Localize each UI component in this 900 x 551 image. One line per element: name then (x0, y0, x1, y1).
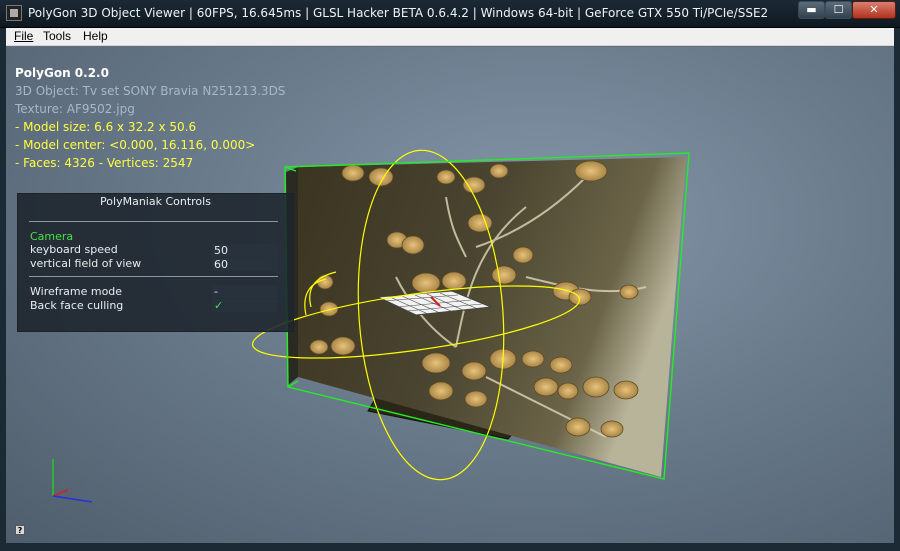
window-title: PolyGon 3D Object Viewer | 60FPS, 16.645… (28, 6, 769, 20)
3d-viewport[interactable]: PolyGon 0.2.0 3D Object: Tv set SONY Bra… (6, 47, 894, 543)
texture-label: Texture: AF9502.jpg (15, 102, 135, 116)
title-bar[interactable]: PolyGon 3D Object Viewer | 60FPS, 16.645… (0, 0, 900, 28)
axis-z (52, 495, 93, 503)
maximize-button[interactable]: ☐ (825, 1, 852, 19)
polymaniak-controls-panel: PolyManiak Controls Camera keyboard spee… (17, 193, 294, 332)
window-border-bottom (0, 543, 900, 551)
model-size-label: - Model size: 6.6 x 32.2 x 50.6 (15, 120, 197, 134)
panel-title: PolyManiak Controls (100, 195, 211, 208)
keyboard-speed-label: keyboard speed (30, 243, 118, 256)
window-border-right (894, 28, 900, 548)
menu-bar: File Tools Help (6, 28, 894, 46)
camera-section-heading: Camera (30, 230, 74, 243)
fov-label: vertical field of view (30, 257, 142, 270)
wireframe-mode-toggle[interactable]: - (212, 285, 278, 298)
wireframe-mode-label: Wireframe mode (30, 285, 123, 298)
fov-field[interactable]: 60 (212, 258, 278, 271)
menu-tools[interactable]: Tools (43, 29, 71, 43)
faces-vertices-label: - Faces: 4326 - Vertices: 2547 (15, 156, 194, 170)
panel-divider (29, 276, 278, 277)
menu-file[interactable]: File (14, 29, 33, 43)
back-face-culling-checkbox[interactable]: ✓ (212, 299, 278, 312)
help-button[interactable]: ? (15, 525, 25, 535)
close-button[interactable]: ✕ (852, 1, 896, 19)
tv-screen (298, 157, 686, 477)
keyboard-speed-field[interactable]: 50 (212, 244, 278, 257)
app-version-label: PolyGon 0.2.0 (15, 66, 109, 80)
object-name-label: 3D Object: Tv set SONY Bravia N251213.3D… (15, 84, 286, 98)
back-face-culling-label: Back face culling (30, 299, 124, 312)
minimize-button[interactable]: ▬ (798, 1, 825, 19)
app-icon (6, 5, 22, 21)
model-center-label: - Model center: <0.000, 16.116, 0.000> (15, 138, 256, 152)
menu-help[interactable]: Help (83, 29, 108, 43)
panel-divider (29, 221, 278, 222)
app-window: PolyGon 3D Object Viewer | 60FPS, 16.645… (0, 0, 900, 551)
axis-x (52, 489, 69, 497)
